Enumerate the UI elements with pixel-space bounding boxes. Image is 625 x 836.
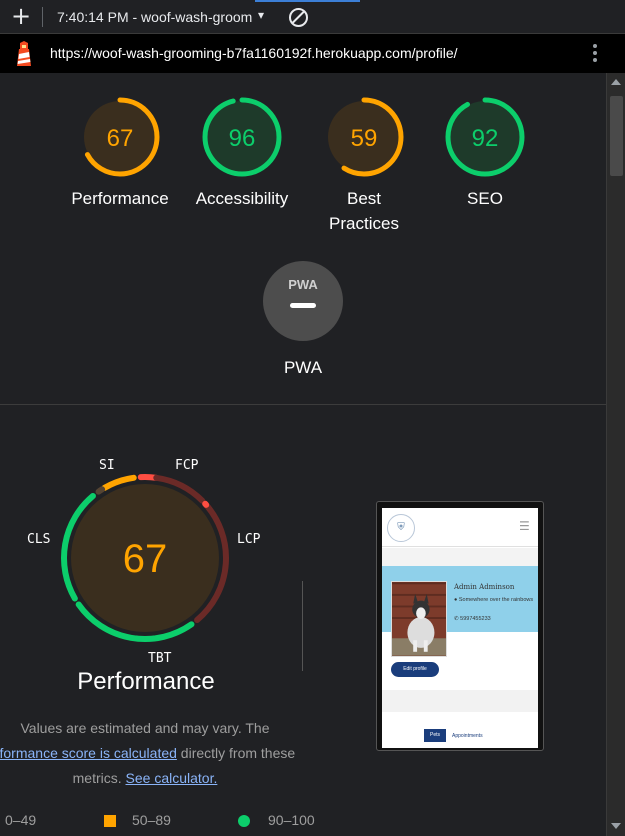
gauge-accessibility-label: Accessibility [182, 186, 302, 211]
see-calculator-link[interactable]: See calculator. [126, 770, 218, 786]
scrollbar-thumb[interactable] [610, 96, 623, 176]
tab-dropdown-icon[interactable]: ▾ [258, 8, 264, 22]
screenshot-page: ⛨ ☰ Admin Adminson ● Somewhere over the … [382, 508, 538, 748]
legend-average-square-icon [104, 815, 116, 827]
note-text-3: metrics. [72, 770, 126, 786]
performance-detail-gauge: 67 [61, 474, 229, 642]
url-bar: https://woof-wash-grooming-b7fa1160192f.… [0, 34, 625, 73]
new-tab-button[interactable]: + [10, 4, 32, 28]
gauge-seo-score: 92 [472, 125, 499, 152]
metric-label-si[interactable]: SI [99, 458, 115, 473]
edit-profile-button: Edit profile [391, 662, 439, 677]
gauge-best-practices-label-line: Practices [329, 214, 399, 233]
gauge-accessibility-label-line: Accessibility [195, 189, 289, 208]
profile-name: Admin Adminson [454, 583, 515, 591]
gauge-accessibility[interactable]: 96 Accessibility [182, 96, 302, 211]
appointments-tab: Appointments [452, 733, 483, 739]
tab-title[interactable]: 7:40:14 PM - woof-wash-groom [57, 9, 257, 25]
metric-label-fcp[interactable]: FCP [175, 458, 198, 473]
vertical-scrollbar[interactable] [606, 73, 625, 836]
gauge-performance-ring: 67 [80, 97, 160, 177]
legend-fail-label: 0–49 [5, 812, 37, 828]
hamburger-menu-icon: ☰ [519, 519, 530, 533]
note-line-1: Values are estimated and may vary. The [20, 720, 270, 736]
metric-label-lcp[interactable]: LCP [237, 532, 260, 547]
lighthouse-logo-icon [17, 41, 31, 66]
profile-phone-text: 5997455233 [460, 616, 491, 622]
score-calculated-link[interactable]: rformance score is calculated [0, 745, 177, 761]
profile-address: ● Somewhere over the rainbows [454, 597, 534, 603]
pwa-dash-icon [290, 303, 316, 308]
gauge-seo-ring: 92 [445, 97, 525, 177]
legend-average-label: 50–89 [132, 812, 171, 828]
vertical-divider [302, 581, 303, 671]
site-logo-icon: ⛨ [387, 514, 415, 542]
pwa-badge-text: PWA [288, 277, 318, 292]
active-tab-indicator [255, 0, 360, 2]
final-screenshot[interactable]: ⛨ ☰ Admin Adminson ● Somewhere over the … [376, 501, 544, 751]
gauge-best-practices-label-line: Best [346, 189, 382, 208]
gauge-performance-label: Performance [60, 186, 180, 211]
pwa-badge: PWA [263, 261, 343, 341]
performance-detail-score: 67 [123, 537, 168, 581]
screenshot-band [382, 690, 538, 712]
clear-block-icon[interactable] [289, 8, 308, 27]
screenshot-navbar: ⛨ ☰ [382, 508, 538, 547]
screenshot-spacer [382, 548, 538, 566]
scroll-down-arrow-icon[interactable] [611, 823, 621, 829]
gauge-best-practices-label: Best Practices [304, 186, 424, 236]
note-text-2: directly from these [176, 745, 296, 761]
profile-address-text: Somewhere over the rainbows [458, 597, 534, 603]
note-line-2: rformance score is calculated directly f… [0, 741, 330, 766]
url-text[interactable]: https://woof-wash-grooming-b7fa1160192f.… [50, 45, 458, 61]
more-options-icon[interactable] [588, 42, 602, 66]
dog-photo [391, 581, 447, 657]
legend-pass-label: 90–100 [268, 812, 315, 828]
gauge-best-practices-score: 59 [351, 125, 378, 152]
score-note: Values are estimated and may vary. The r… [0, 716, 330, 791]
gauge-performance[interactable]: 67 Performance [60, 96, 180, 211]
tab-separator [42, 7, 43, 27]
metric-arc-gap [95, 486, 106, 495]
metric-arc-lcp [202, 500, 210, 508]
scroll-up-arrow-icon[interactable] [611, 79, 621, 85]
gauge-seo[interactable]: 92 SEO [425, 96, 545, 211]
profile-phone: ✆ 5997455233 [454, 616, 491, 622]
gauge-performance-score: 67 [107, 125, 134, 152]
lighthouse-report: 67 Performance 96 Accessibility 59 Best Practi… [0, 73, 606, 836]
gauge-accessibility-score: 96 [229, 125, 256, 152]
pwa-gauge[interactable]: PWA PWA [243, 261, 363, 380]
metric-label-cls[interactable]: CLS [27, 532, 50, 547]
browser-tab-bar: + 7:40:14 PM - woof-wash-groom ▾ [0, 0, 625, 34]
gauge-seo-label: SEO [425, 186, 545, 211]
metric-label-tbt[interactable]: TBT [148, 651, 171, 666]
pwa-label: PWA [283, 358, 323, 377]
gauge-best-practices[interactable]: 59 Best Practices [304, 96, 424, 236]
performance-title: Performance [77, 668, 215, 695]
section-divider [0, 404, 606, 405]
gauge-performance-label-line: Performance [71, 189, 169, 208]
gauge-accessibility-ring: 96 [202, 97, 282, 177]
gauge-seo-label-line: SEO [467, 189, 503, 208]
gauge-best-practices-ring: 59 [324, 97, 404, 177]
note-line-3: metrics. See calculator. [0, 766, 330, 791]
pets-tab: Pets [424, 729, 446, 742]
legend-pass-circle-icon [238, 815, 250, 827]
